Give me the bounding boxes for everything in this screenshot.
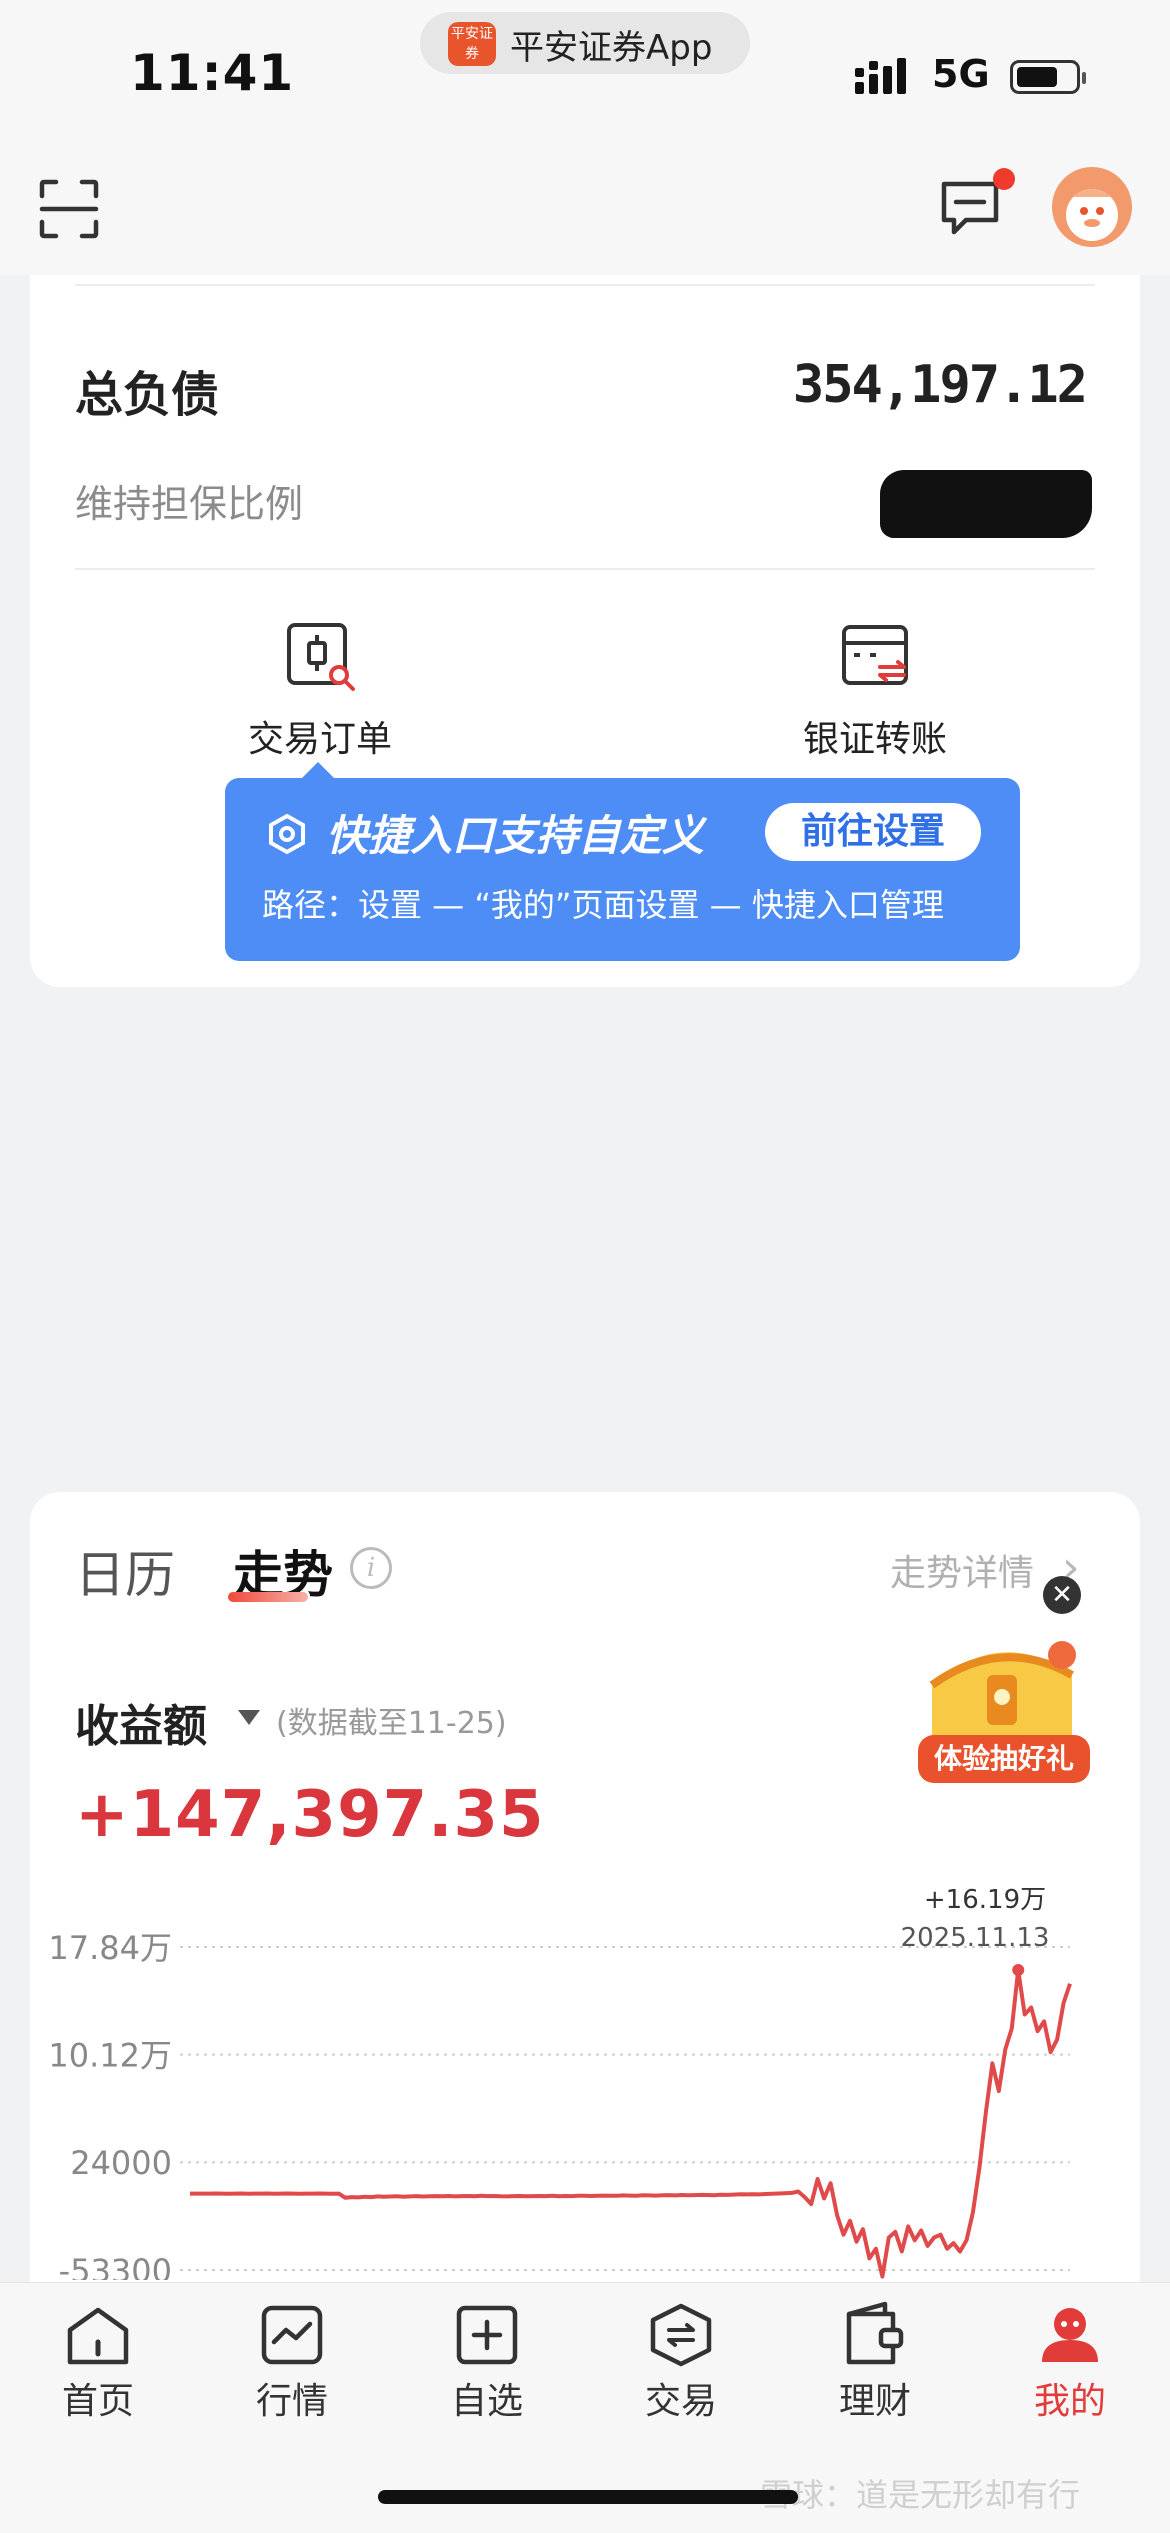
- hexagon-settings-icon: [269, 813, 305, 855]
- total-debt-value: 354,197.12: [792, 355, 1088, 415]
- gift-banner[interactable]: 体验抽好礼: [918, 1735, 1090, 1783]
- tab-trade[interactable]: [601, 2300, 761, 2374]
- profile-icon: [1042, 2308, 1098, 2362]
- trade-order-icon: [287, 623, 355, 691]
- tab-label: 理财: [838, 2381, 911, 2422]
- market-icon: [261, 2305, 323, 2365]
- tab-label: 交易: [644, 2381, 717, 2422]
- y-tick-label: 24000: [70, 2144, 172, 2182]
- unread-badge: [993, 168, 1015, 190]
- annotation-value: +16.19万: [924, 1885, 1046, 1915]
- y-tick-label: 17.84万: [48, 1929, 172, 1967]
- app-pill-label: 平安证券App: [510, 28, 713, 68]
- message-icon[interactable]: [940, 178, 1002, 240]
- trade-icon: [650, 2303, 712, 2367]
- y-tick-label: 10.12万: [48, 2037, 172, 2075]
- quick-entry-label: 银证转账: [802, 719, 947, 760]
- quick-entry-bank-transfer[interactable]: 银证转账: [785, 605, 965, 765]
- tab-profile[interactable]: [990, 2300, 1150, 2374]
- divider: [75, 568, 1095, 570]
- scan-icon[interactable]: [38, 178, 100, 240]
- avatar-mascot-icon: [1066, 189, 1118, 241]
- wallet-icon: [846, 2301, 904, 2365]
- network-type: 5G: [932, 52, 990, 96]
- tip-title: 快捷入口支持自定义: [326, 811, 705, 860]
- home-indicator: [378, 2490, 798, 2504]
- peak-marker: [1012, 1964, 1025, 1977]
- tab-market[interactable]: [212, 2300, 372, 2374]
- income-series-line: [190, 1968, 1072, 2279]
- go-settings-button[interactable]: 前往设置: [765, 803, 981, 861]
- income-trend-chart[interactable]: +16.19万 2025.11.13 17.84万 10.12万 24000 -533…: [0, 1860, 1170, 2280]
- tab-label: 自选: [450, 2381, 523, 2422]
- bank-transfer-icon: [842, 625, 908, 685]
- avatar[interactable]: [1052, 167, 1132, 247]
- tab-calendar[interactable]: 日历: [75, 1535, 175, 1607]
- tab-wealth[interactable]: [795, 2300, 955, 2374]
- annotation-date: 2025.11.13: [901, 1923, 1050, 1953]
- income-label[interactable]: 收益额: [75, 1690, 207, 1754]
- home-icon: [67, 2307, 129, 2365]
- income-value: +147,397.35: [75, 1778, 545, 1852]
- watchlist-add-icon: [456, 2305, 518, 2365]
- y-tick-label: -53300: [59, 2252, 172, 2280]
- quick-entry-label: 交易订单: [247, 719, 392, 760]
- tab-label: 行情: [255, 2381, 328, 2422]
- close-icon[interactable]: ✕: [1043, 1576, 1081, 1614]
- info-icon[interactable]: i: [350, 1547, 392, 1589]
- tab-label: 首页: [61, 2381, 134, 2422]
- signal-icon: [855, 58, 906, 94]
- total-debt-label: 总负债: [75, 367, 220, 423]
- maintenance-ratio-label: 维持担保比例: [75, 482, 304, 526]
- app-logo: 平安证券: [448, 22, 496, 66]
- tab-watchlist[interactable]: [407, 2300, 567, 2374]
- divider: [75, 284, 1095, 286]
- status-time: 11:41: [130, 44, 295, 102]
- tab-trend-indicator: [228, 1592, 308, 1602]
- watermark: 雪球：道是无形却有行: [760, 2476, 1081, 2514]
- dropdown-arrow-icon[interactable]: [238, 1710, 260, 1725]
- tab-label: 我的: [1033, 2381, 1106, 2422]
- quick-entry-trade-order[interactable]: 交易订单: [230, 605, 410, 765]
- trend-detail-link[interactable]: 走势详情: [890, 1544, 1034, 1596]
- income-date-note: (数据截至11-25): [276, 1706, 507, 1741]
- battery-icon: [1010, 60, 1086, 94]
- tab-home[interactable]: [18, 2300, 178, 2374]
- tip-path: 路径：设置 — “我的”页面设置 — 快捷入口管理: [262, 886, 944, 924]
- redacted-ratio-value: [880, 470, 1092, 538]
